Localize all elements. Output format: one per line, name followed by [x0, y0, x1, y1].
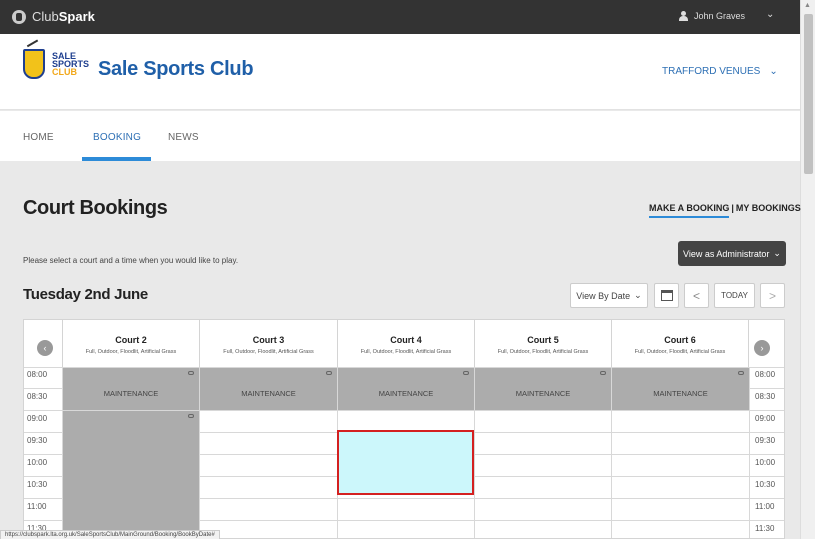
next-day-button[interactable]: >: [760, 283, 785, 308]
time-label: 09:00: [755, 414, 776, 423]
link-icon: [738, 371, 744, 375]
user-name: John Graves: [694, 11, 746, 21]
chevron-down-icon: ⌄: [773, 248, 781, 258]
link-icon: [188, 414, 194, 418]
court-description: Full, Outdoor, Floodlit, Artificial Gras…: [634, 349, 726, 355]
active-tab-indicator: [82, 157, 151, 161]
time-label: 11:00: [755, 502, 775, 511]
nav-booking[interactable]: BOOKING: [93, 132, 141, 143]
unavailable-block[interactable]: [63, 411, 199, 538]
court-name: Court 4: [390, 335, 422, 345]
time-label: 09:30: [755, 436, 776, 445]
club-crest-icon[interactable]: [23, 49, 45, 79]
clubspark-logo[interactable]: ClubSpark: [12, 9, 95, 24]
maintenance-block[interactable]: MAINTENANCE: [338, 368, 474, 410]
maintenance-block[interactable]: MAINTENANCE: [475, 368, 611, 410]
time-label: 08:00: [755, 370, 776, 379]
booking-slot-column-court-3[interactable]: [200, 411, 336, 519]
court-description: Full, Outdoor, Floodlit, Artificial Gras…: [85, 349, 177, 355]
selected-date: Tuesday 2nd June: [23, 286, 148, 303]
page-scrollbar[interactable]: ▲: [800, 0, 815, 539]
court-name: Court 2: [115, 335, 147, 345]
link-icon: [188, 371, 194, 375]
link-icon: [326, 371, 332, 375]
today-button[interactable]: TODAY: [714, 283, 755, 308]
club-header: SALE SPORTS CLUB Sale Sports Club TRAFFO…: [0, 34, 800, 110]
calendar-icon: [660, 290, 673, 301]
status-bar-url: https://clubspark.lta.org.uk/SaleSportsC…: [0, 530, 220, 539]
view-as-administrator-button[interactable]: View as Administrator ⌄: [678, 241, 786, 266]
court-header: Court 2 Full, Outdoor, Floodlit, Artific…: [62, 320, 199, 367]
my-bookings-link[interactable]: MY BOOKINGS: [736, 203, 801, 218]
court-name: Court 6: [664, 335, 696, 345]
booking-links: MAKE A BOOKING | MY BOOKINGS: [649, 203, 801, 218]
time-label: 11:30: [755, 524, 775, 533]
club-name[interactable]: Sale Sports Club: [98, 58, 254, 81]
court-header: Court 4 Full, Outdoor, Floodlit, Artific…: [337, 320, 474, 367]
time-label: 09:00: [27, 414, 48, 423]
scroll-thumb[interactable]: [804, 14, 813, 174]
time-label: 11:00: [27, 502, 47, 511]
court-header: Court 6 Full, Outdoor, Floodlit, Artific…: [611, 320, 749, 367]
time-label: 08:00: [27, 370, 48, 379]
nav-home[interactable]: HOME: [23, 132, 54, 143]
column-divider: [749, 367, 750, 538]
time-label: 10:00: [755, 458, 776, 467]
court-name: Court 3: [252, 335, 285, 345]
court-name: Court 5: [527, 335, 559, 345]
chevron-down-icon: ⌄: [769, 66, 778, 77]
scroll-up-arrow-icon[interactable]: ▲: [804, 2, 811, 9]
booking-slot-column-court-6[interactable]: [612, 411, 748, 519]
link-icon: [600, 371, 606, 375]
chevron-down-icon: ⌄: [634, 290, 642, 300]
link-separator: |: [731, 203, 734, 213]
time-label: 10:00: [27, 458, 48, 467]
court-description: Full, Outdoor, Floodlit, Artificial Gras…: [360, 349, 452, 355]
maintenance-block[interactable]: MAINTENANCE: [63, 368, 199, 410]
court-header: Court 3 Full, Outdoor, Floodlit, Artific…: [199, 320, 337, 367]
booking-grid: ‹ › Court 2 Full, Outdoor, Floodlit, Art…: [23, 319, 785, 539]
instruction-text: Please select a court and a time when yo…: [23, 256, 239, 265]
clubspark-logo-icon: [12, 9, 26, 24]
view-by-date-dropdown[interactable]: View By Date ⌄: [570, 283, 648, 308]
previous-day-button[interactable]: <: [684, 283, 709, 308]
time-label: 10:30: [27, 480, 48, 489]
calendar-button[interactable]: [654, 283, 679, 308]
make-booking-link[interactable]: MAKE A BOOKING: [649, 203, 730, 218]
time-label: 08:30: [27, 392, 48, 401]
club-wordmark: SALE SPORTS CLUB: [52, 51, 90, 77]
user-menu[interactable]: John Graves: [679, 11, 745, 21]
maintenance-block[interactable]: MAINTENANCE: [612, 368, 749, 410]
page-title: Court Bookings: [23, 197, 168, 219]
venues-label: TRAFFORD VENUES: [662, 66, 761, 77]
previous-courts-button[interactable]: ‹: [37, 340, 53, 356]
time-label: 10:30: [755, 480, 776, 489]
user-icon: [679, 11, 688, 21]
time-label: 09:30: [27, 436, 48, 445]
top-bar: ClubSpark John Graves ⌄: [0, 0, 800, 34]
main-nav: HOME BOOKING NEWS: [0, 111, 800, 161]
chevron-down-icon[interactable]: ⌄: [766, 9, 774, 20]
admin-button-label: View as Administrator: [683, 248, 770, 259]
booking-slot-column-court-5[interactable]: [475, 411, 610, 519]
court-header: Court 5 Full, Outdoor, Floodlit, Artific…: [474, 320, 611, 367]
view-by-label: View By Date: [576, 290, 631, 301]
next-courts-button[interactable]: ›: [754, 340, 770, 356]
court-description: Full, Outdoor, Floodlit, Artificial Gras…: [497, 349, 589, 355]
selected-booking-slot[interactable]: [337, 430, 474, 495]
nav-news[interactable]: NEWS: [168, 132, 199, 143]
court-description: Full, Outdoor, Floodlit, Artificial Gras…: [223, 349, 314, 355]
venues-dropdown[interactable]: TRAFFORD VENUES ⌄: [662, 66, 778, 77]
brand-name: ClubSpark: [32, 9, 95, 24]
maintenance-block[interactable]: MAINTENANCE: [200, 368, 337, 410]
link-icon: [463, 371, 469, 375]
time-label: 08:30: [755, 392, 776, 401]
